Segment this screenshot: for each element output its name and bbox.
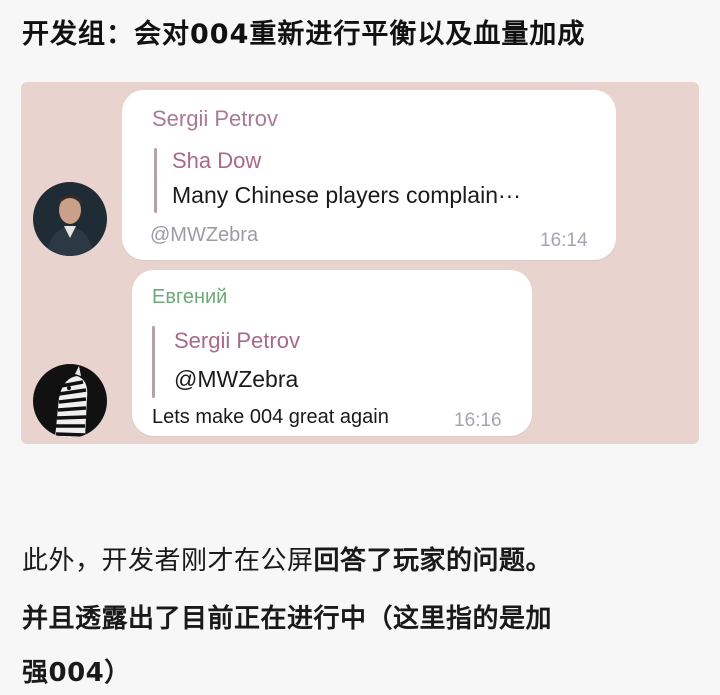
message-sender: Евгений [152, 286, 228, 308]
paragraph-line-1: 此外，开发者刚才在公屏回答了玩家的问题。 [22, 540, 552, 577]
paragraph-line-3: 强004） [22, 658, 131, 688]
message-mention[interactable]: @MWZebra [150, 224, 258, 247]
message-time: 16:16 [454, 410, 502, 431]
message-sender: Sergii Petrov [152, 106, 278, 131]
article-heading: 开发组：会对004重新进行平衡以及血量加成 [22, 19, 586, 50]
reply-quote-text: Many Chinese players complain··· [172, 182, 521, 208]
message-time: 16:14 [540, 230, 588, 251]
reply-quote-name: Sergii Petrov [174, 328, 300, 353]
user-avatar-sergii[interactable] [33, 182, 107, 256]
message-text: Lets make 004 great again [152, 406, 389, 428]
user-avatar-evgeniy[interactable] [33, 364, 107, 438]
message-bubble-2[interactable]: Евгений Sergii Petrov @MWZebra Lets make… [132, 270, 532, 436]
paragraph-line-2: 并且透露出了目前正在进行中（这里指的是加 [22, 604, 553, 634]
zebra-avatar-icon [33, 364, 107, 438]
reply-quote-text[interactable]: @MWZebra [174, 366, 298, 393]
chat-screenshot: Sergii Petrov Sha Dow Many Chinese playe… [21, 82, 699, 444]
reply-quote-bar [152, 326, 155, 398]
paragraph-line-1-normal: 此外，开发者刚才在公屏 [22, 546, 314, 576]
paragraph-line-1-bold: 回答了玩家的问题。 [313, 546, 553, 576]
message-bubble-1[interactable]: Sergii Petrov Sha Dow Many Chinese playe… [122, 90, 616, 260]
reply-quote-bar [154, 148, 157, 213]
reply-quote-name: Sha Dow [172, 148, 262, 173]
person-photo-avatar-icon [33, 182, 107, 256]
